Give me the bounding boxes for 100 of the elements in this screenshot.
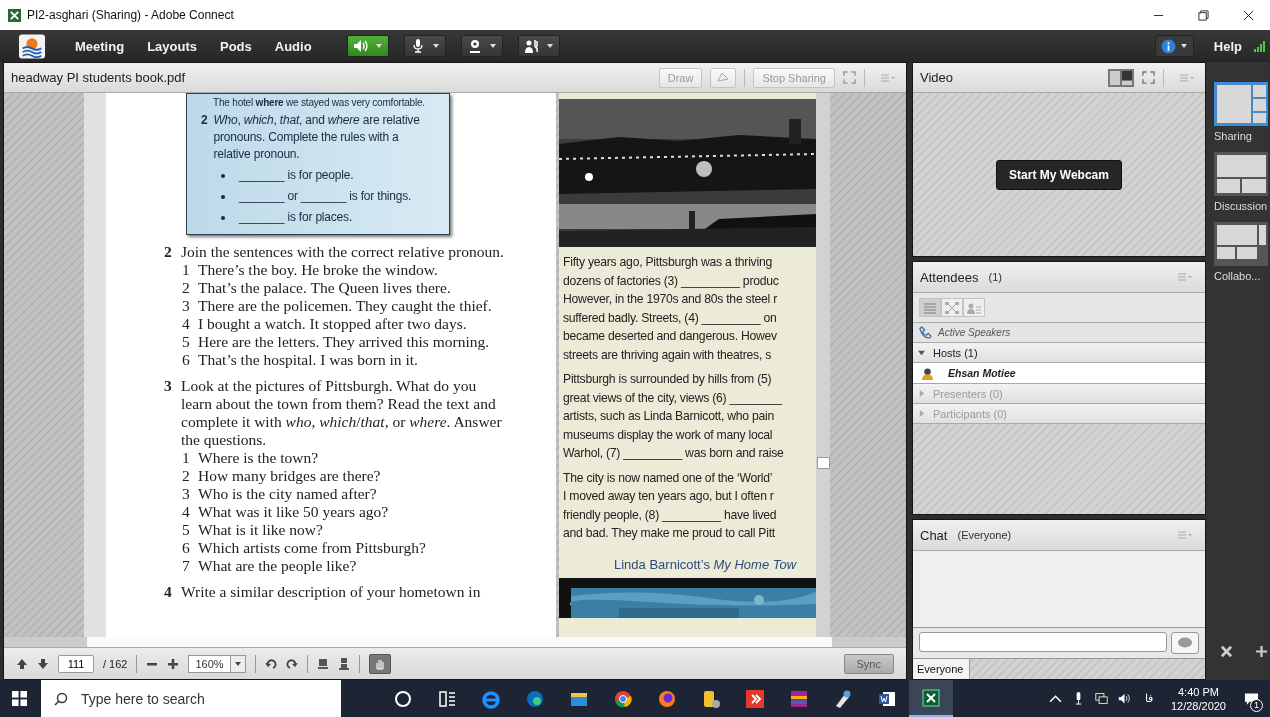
box-text: Who, which, that, and where are relative pronouns. Complete the rules with a relative pronoun. bbox=[213, 112, 421, 163]
layout-tab[interactable]: Sharing bbox=[1214, 82, 1268, 142]
menu-item[interactable]: Layouts bbox=[147, 38, 197, 54]
plus-icon[interactable] bbox=[1255, 645, 1268, 658]
send-button[interactable] bbox=[1171, 632, 1199, 654]
chat-scope: (Everyone) bbox=[957, 529, 1012, 541]
menu-item[interactable]: Pods bbox=[219, 38, 252, 54]
group-label: Presenters (0) bbox=[933, 387, 1003, 400]
attendee-name[interactable]: Ehsan Motiee bbox=[948, 367, 1016, 379]
reading-text: streets are thriving again with theatres, s bbox=[563, 346, 773, 364]
restore-icon[interactable] bbox=[1198, 9, 1209, 21]
info-button[interactable] bbox=[1154, 35, 1194, 57]
menu-item[interactable]: Meeting bbox=[75, 38, 125, 54]
connect-app-icon[interactable] bbox=[909, 680, 953, 717]
menu-item[interactable]: Audio bbox=[274, 38, 312, 54]
layout-tab[interactable]: Discussion bbox=[1214, 152, 1268, 212]
item-text: Which artists come from Pittsburgh? bbox=[198, 539, 426, 557]
item-text: Where is the town? bbox=[198, 449, 319, 467]
zoom-dropdown[interactable]: 160% bbox=[188, 654, 246, 673]
caret-icon bbox=[374, 43, 383, 49]
sync-button[interactable]: Sync bbox=[843, 653, 894, 674]
chat-tab[interactable]: Everyone bbox=[913, 659, 971, 679]
hand-icon bbox=[373, 657, 386, 670]
reading-text: and bad. They make me proud to call Pitt bbox=[563, 525, 776, 542]
rule-text: _______ is for places. bbox=[239, 209, 352, 226]
help-menu[interactable]: Help bbox=[1213, 38, 1242, 54]
item-text: That’s the palace. The Queen lives there. bbox=[198, 279, 451, 297]
speaker-button[interactable] bbox=[346, 35, 389, 57]
reading-text: became deserted and dangerous. Howev bbox=[563, 328, 778, 345]
reading-text: Pittsburgh is surrounded by hills from (5) bbox=[563, 371, 773, 388]
item-number: 3 bbox=[182, 485, 190, 503]
list-icon bbox=[923, 301, 937, 314]
page-field[interactable]: 111 bbox=[58, 654, 94, 673]
single-page-icon[interactable] bbox=[316, 657, 329, 670]
tools-icon[interactable] bbox=[1220, 645, 1233, 658]
message-icon bbox=[1243, 691, 1259, 706]
speaker-icon bbox=[352, 39, 369, 53]
layout-tab[interactable]: Collabo... bbox=[1214, 222, 1268, 282]
triangle-icon bbox=[918, 410, 925, 417]
notification-button[interactable]: 1 bbox=[1236, 683, 1266, 714]
two-page-icon[interactable] bbox=[337, 657, 350, 670]
webcam-button[interactable] bbox=[460, 35, 503, 57]
close-icon[interactable] bbox=[1243, 9, 1254, 21]
chat-input[interactable] bbox=[919, 632, 1167, 652]
phone-icon bbox=[919, 326, 932, 339]
vertical-scrollbar[interactable] bbox=[816, 93, 830, 637]
volume-icon[interactable] bbox=[1117, 692, 1131, 705]
search-field[interactable]: Type here to search bbox=[41, 680, 341, 717]
caret-icon bbox=[488, 43, 497, 49]
bullet-dot bbox=[221, 194, 225, 199]
person-list-icon bbox=[967, 301, 981, 314]
horizontal-scrollbar[interactable] bbox=[87, 637, 832, 647]
rotate-right-icon[interactable] bbox=[285, 657, 298, 670]
input-language[interactable]: فا bbox=[1144, 692, 1153, 705]
rotate-left-icon[interactable] bbox=[264, 657, 277, 670]
box-text: The hotel where we stayed was very comfortable. bbox=[212, 97, 426, 108]
triangle-icon bbox=[918, 349, 925, 356]
caret-icon bbox=[1179, 43, 1188, 49]
pod-title: headway PI students book.pdf bbox=[11, 70, 186, 85]
item-text: Here are the letters. They arrived this morning. bbox=[198, 333, 490, 351]
reading-text: The city is now named one of the ‘World’ bbox=[563, 469, 774, 487]
item-number: 3 bbox=[182, 297, 190, 315]
item-number: 6 bbox=[182, 539, 190, 557]
logo-icon[interactable] bbox=[19, 33, 45, 59]
reading-text: I moved away ten years ago, but I often r bbox=[563, 488, 775, 505]
arrow-up-icon[interactable] bbox=[16, 657, 28, 670]
caret-icon bbox=[431, 43, 440, 49]
item-number: 4 bbox=[182, 503, 190, 521]
rule-text: _______ is for people. bbox=[239, 167, 354, 184]
item-number: 1 bbox=[182, 261, 190, 279]
microphone-button[interactable] bbox=[403, 35, 446, 57]
network-icon[interactable] bbox=[1094, 692, 1108, 705]
hand-tool-button[interactable] bbox=[368, 653, 391, 674]
item-text: Who is the city named after? bbox=[198, 485, 377, 503]
item-text: What is it like now? bbox=[198, 521, 323, 539]
bullet-dot bbox=[221, 215, 225, 220]
start-webcam-button[interactable]: Start My Webcam bbox=[996, 159, 1122, 190]
fullscreen-icon[interactable] bbox=[1142, 71, 1155, 84]
item-text: That’s the hospital. I was born in it. bbox=[198, 351, 418, 369]
item-text: How many bridges are there? bbox=[198, 467, 381, 485]
layout-thumbnail-icon bbox=[1214, 152, 1268, 196]
raised-hand-icon bbox=[523, 39, 540, 53]
group-label: Participants (0) bbox=[933, 407, 1007, 420]
scroll-grip-icon[interactable] bbox=[817, 457, 830, 469]
attendee-group[interactable]: Hosts (1) bbox=[913, 343, 1205, 363]
clock-time: 4:40 PM bbox=[1178, 684, 1219, 699]
grid-view-icon[interactable] bbox=[1108, 68, 1134, 87]
chevron-up-icon[interactable] bbox=[1048, 692, 1062, 705]
exercise-text: Write a similar description of your hometown in bbox=[181, 583, 482, 601]
windows-start-icon[interactable] bbox=[12, 691, 27, 706]
bullet-dot bbox=[221, 173, 225, 178]
raise-hand-button[interactable] bbox=[517, 35, 560, 57]
reading-text: However, in the 1970s and 80s the steel r bbox=[563, 291, 778, 308]
item-number: 2 bbox=[182, 279, 190, 297]
reading-text: museums display the work of many local bbox=[563, 426, 774, 444]
arrow-down-icon[interactable] bbox=[37, 657, 49, 670]
item-text: There are the policemen. They caught the thief. bbox=[198, 297, 492, 315]
attendee-count: (1) bbox=[988, 271, 1002, 283]
item-number: 6 bbox=[182, 351, 190, 369]
plus-icon[interactable] bbox=[167, 657, 180, 670]
